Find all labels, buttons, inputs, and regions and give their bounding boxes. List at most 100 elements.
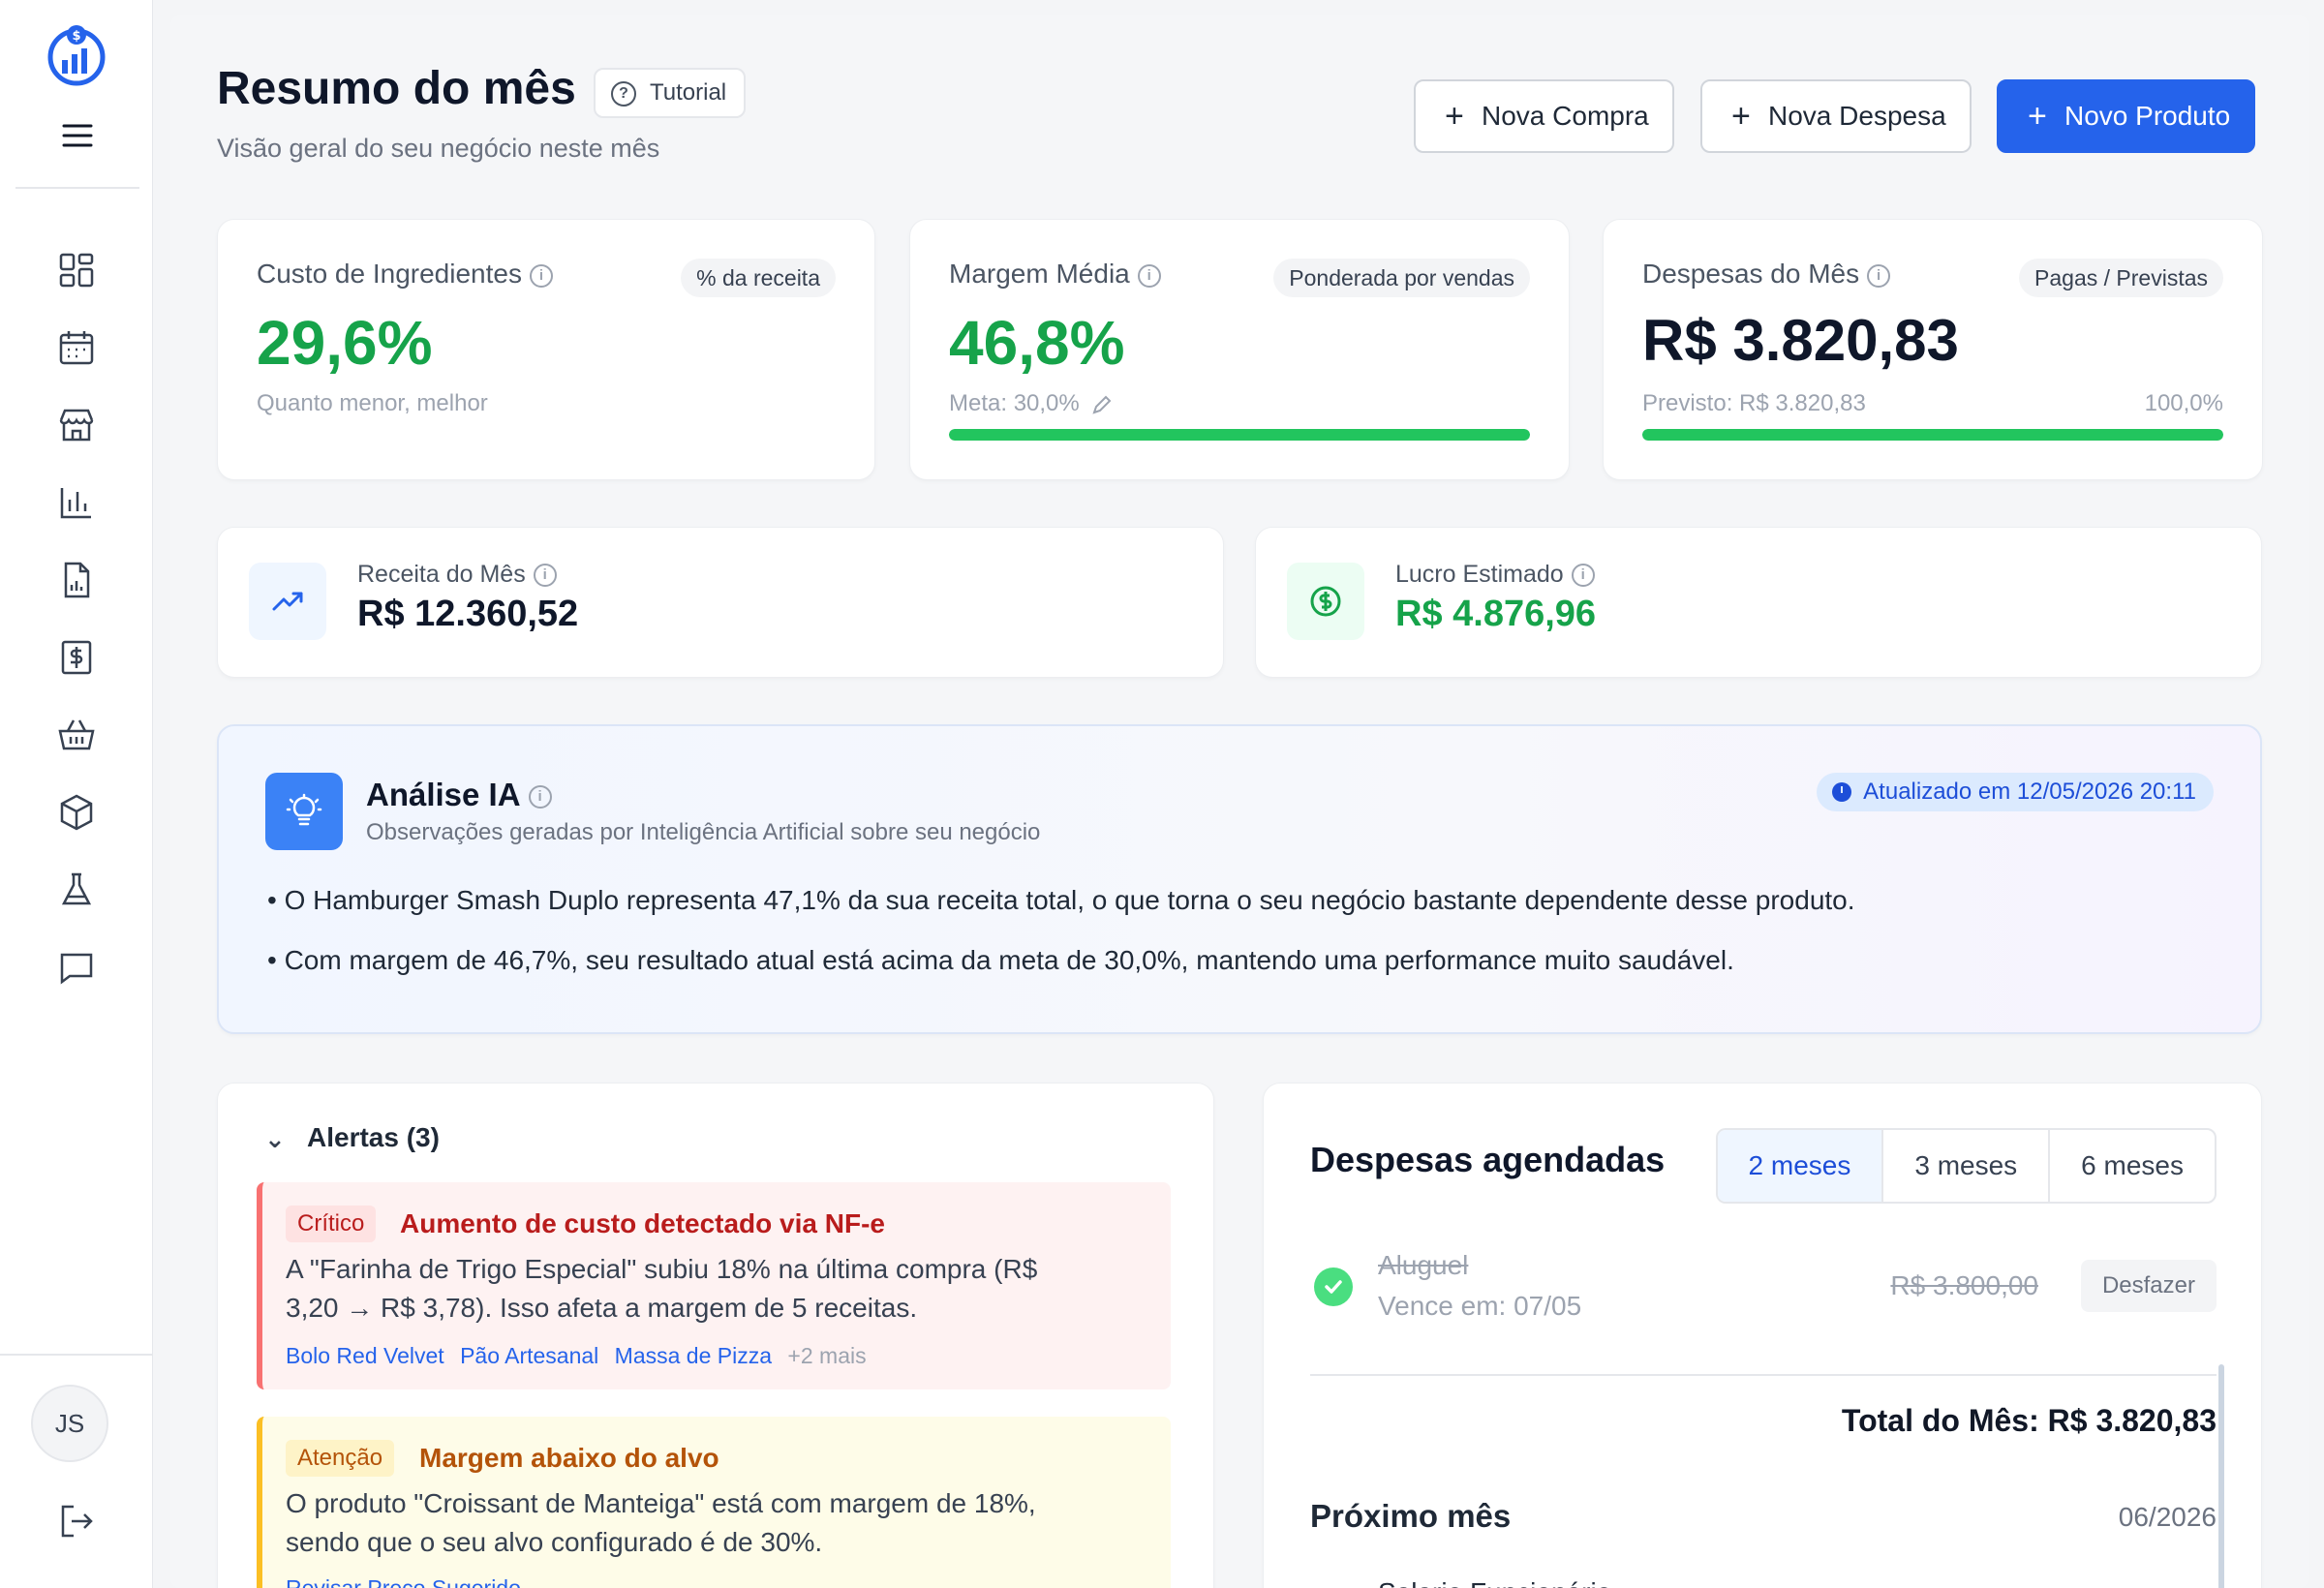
new-purchase-button[interactable]: + Nova Compra	[1414, 79, 1674, 153]
alert-title: Aumento de custo detectado via NF-e	[400, 1208, 885, 1238]
tutorial-label: Tutorial	[650, 79, 727, 106]
page-title: Resumo do mês	[217, 63, 576, 114]
alerts-toggle[interactable]: ⌄ Alertas (3)	[264, 1122, 440, 1153]
bar-chart-icon[interactable]	[56, 482, 97, 523]
alert-item: Crítico Aumento de custo detectado via N…	[257, 1182, 1171, 1390]
kpi-chip: Ponderada por vendas	[1273, 259, 1530, 297]
margin-goal[interactable]: Meta: 30,0%	[949, 390, 1113, 417]
report-icon[interactable]	[56, 560, 97, 600]
expense-name: Aluguel	[1378, 1250, 1469, 1280]
new-expense-button[interactable]: + Nova Despesa	[1700, 79, 1972, 153]
monthly-revenue-card: Receita do Mês i R$ 12.360,52	[217, 527, 1224, 678]
receipt-icon[interactable]	[56, 637, 97, 678]
new-product-button[interactable]: + Novo Produto	[1997, 79, 2256, 153]
scheduled-title: Despesas agendadas	[1310, 1140, 1666, 1179]
divider	[1310, 1374, 2217, 1376]
alert-text: O produto "Croissant de Manteiga" está c…	[286, 1488, 1036, 1518]
user-avatar[interactable]: JS	[31, 1385, 108, 1462]
app-logo[interactable]: $	[45, 23, 108, 87]
ai-updated-badge: Atualizado em 12/05/2026 20:11	[1817, 773, 2214, 811]
ai-subtitle: Observações geradas por Inteligência Art…	[366, 819, 1041, 845]
plus-icon: +	[1731, 98, 1751, 135]
scheduled-expenses-panel: Despesas agendadas 2 meses 3 meses 6 mes…	[1263, 1083, 2262, 1588]
svg-text:$: $	[72, 29, 80, 44]
kpi-value: 46,8%	[949, 308, 1125, 378]
expense-forecast: Previsto: R$ 3.820,83	[1642, 390, 1866, 416]
alert-link[interactable]: Bolo Red Velvet	[286, 1343, 444, 1368]
basket-icon[interactable]	[56, 715, 97, 755]
page-subtitle: Visão geral do seu negócio neste mês	[217, 134, 660, 163]
info-icon[interactable]: i	[1867, 263, 1891, 288]
kpi-foot: Quanto menor, melhor	[257, 390, 488, 416]
kpi-label: Margem Média i	[949, 259, 1161, 290]
expense-progress-bar	[1642, 429, 2223, 441]
tutorial-button[interactable]: ? Tutorial	[594, 68, 747, 118]
ai-bullet: • O Hamburger Smash Duplo representa 47,…	[267, 885, 1855, 915]
box-icon[interactable]	[56, 792, 97, 833]
calendar-icon[interactable]	[56, 327, 97, 368]
alert-item: Atenção Margem abaixo do alvo O produto …	[257, 1417, 1171, 1588]
tab-2-months[interactable]: 2 meses	[1717, 1130, 1882, 1202]
alert-text: sendo que o seu alvo configurado é de 30…	[286, 1527, 823, 1557]
alert-more[interactable]: +2 mais	[787, 1343, 866, 1368]
alert-text: 3,20 → R$ 3,78). Isso afeta a margem de …	[286, 1293, 918, 1323]
tab-6-months[interactable]: 6 meses	[2048, 1130, 2215, 1202]
ai-title: Análise IA i	[366, 777, 552, 813]
margin-progress-bar	[949, 429, 1530, 441]
menu-icon[interactable]	[60, 118, 95, 153]
info-icon[interactable]: i	[1137, 263, 1161, 288]
new-purchase-label: Nova Compra	[1482, 101, 1649, 131]
alert-tag: Atenção	[286, 1440, 395, 1477]
scrollbar[interactable]	[2218, 1364, 2224, 1588]
month-total: Total do Mês: R$ 3.820,83	[1841, 1403, 2217, 1438]
info-icon[interactable]: i	[1571, 564, 1595, 588]
logout-icon[interactable]	[56, 1501, 97, 1542]
kpi-chip: Pagas / Previstas	[2019, 259, 2223, 297]
trending-up-icon	[249, 563, 326, 640]
info-icon[interactable]: i	[533, 564, 557, 588]
mini-label: Lucro Estimado i	[1395, 561, 1595, 589]
kpi-label: Custo de Ingredientes i	[257, 259, 553, 290]
kpi-chip: % da receita	[681, 259, 836, 297]
sidebar: $ JS	[0, 0, 153, 1588]
expense-due: Vence em: 07/05	[1378, 1291, 1582, 1321]
sidebar-divider	[15, 187, 139, 189]
info-icon[interactable]: i	[528, 785, 552, 809]
new-expense-label: Nova Despesa	[1768, 101, 1946, 131]
info-icon[interactable]: i	[529, 263, 553, 288]
pencil-icon[interactable]	[1091, 394, 1113, 415]
next-month-label: Próximo mês	[1310, 1498, 1512, 1534]
check-circle-icon	[1314, 1267, 1353, 1306]
avg-margin-card: Margem Média i Ponderada por vendas 46,8%…	[909, 219, 1570, 480]
kpi-label: Despesas do Mês i	[1642, 259, 1891, 290]
alert-links: Bolo Red Velvet Pão Artesanal Massa de P…	[286, 1343, 867, 1369]
expense-amount: R$ 3.800,00	[1890, 1270, 2038, 1300]
tab-3-months[interactable]: 3 meses	[1881, 1130, 2048, 1202]
sidebar-divider-bottom	[0, 1354, 153, 1356]
flask-icon[interactable]	[56, 870, 97, 910]
alert-link[interactable]: Revisar Preço Sugerido	[286, 1575, 521, 1588]
lightbulb-icon	[265, 773, 343, 850]
clock-icon	[1832, 782, 1852, 802]
store-icon[interactable]	[56, 405, 97, 445]
alert-link[interactable]: Massa de Pizza	[615, 1343, 772, 1368]
margin-progress-fill	[949, 429, 1530, 441]
new-product-label: Novo Produto	[2064, 101, 2231, 131]
period-tabs: 2 meses 3 meses 6 meses	[1715, 1128, 2217, 1204]
alert-title: Margem abaixo do alvo	[419, 1443, 719, 1473]
chat-icon[interactable]	[56, 947, 97, 988]
kpi-value: R$ 3.820,83	[1642, 308, 1959, 373]
kpi-value: 29,6%	[257, 308, 433, 378]
dashboard-icon[interactable]	[56, 250, 97, 290]
alert-links: Revisar Preço Sugerido	[286, 1575, 531, 1588]
alert-tag: Crítico	[286, 1206, 377, 1242]
help-icon: ?	[611, 81, 636, 107]
chevron-down-icon: ⌄	[264, 1124, 286, 1153]
mini-value: R$ 4.876,96	[1395, 594, 1597, 634]
next-expense-name: Salario Funcionário	[1378, 1577, 1611, 1588]
alert-link[interactable]: Pão Artesanal	[460, 1343, 598, 1368]
expense-percent: 100,0%	[2144, 390, 2223, 416]
ai-analysis-card: Análise IA i Observações geradas por Inte…	[217, 724, 2262, 1034]
undo-button[interactable]: Desfazer	[2080, 1260, 2217, 1312]
dollar-icon	[1287, 563, 1364, 640]
